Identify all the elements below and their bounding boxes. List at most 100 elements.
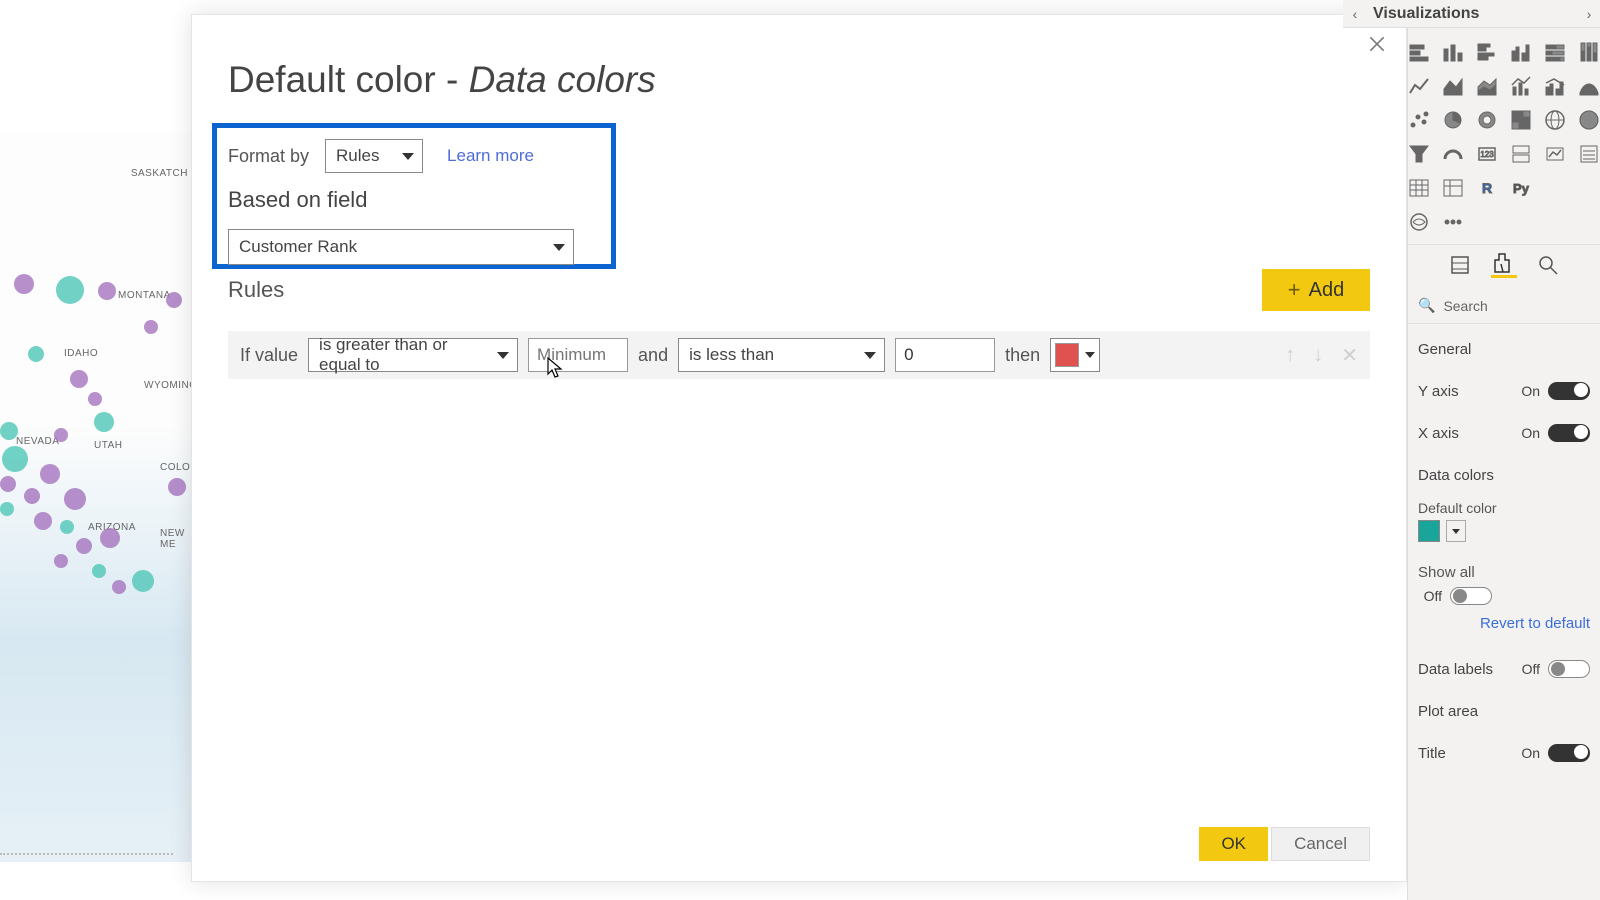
revert-to-default-link[interactable]: Revert to default <box>1418 605 1590 648</box>
operator2-select[interactable]: is less than <box>678 338 885 372</box>
chevron-down-icon <box>1452 529 1460 534</box>
close-button[interactable] <box>1362 29 1392 59</box>
scatter-chart-icon[interactable] <box>1405 106 1433 134</box>
python-visual-icon[interactable]: Py <box>1507 174 1535 202</box>
operator1-select[interactable]: is greater than or equal to <box>308 338 518 372</box>
move-up-icon[interactable]: ↑ <box>1285 344 1295 367</box>
filled-map-icon[interactable] <box>1575 106 1600 134</box>
cancel-label: Cancel <box>1294 834 1347 854</box>
card-icon[interactable]: 123 <box>1473 140 1501 168</box>
clustered-bar-icon[interactable] <box>1473 38 1501 66</box>
stacked-bar-icon[interactable] <box>1405 38 1433 66</box>
stacked-bar-100-icon[interactable] <box>1541 38 1569 66</box>
ok-label: OK <box>1221 834 1246 854</box>
plus-icon: + <box>1288 277 1301 303</box>
funnel-icon[interactable] <box>1405 140 1433 168</box>
state-label: MONTANA <box>118 290 171 301</box>
clustered-column-icon[interactable] <box>1507 38 1535 66</box>
line-column-icon[interactable] <box>1507 72 1535 100</box>
title-row[interactable]: Title On <box>1418 732 1590 774</box>
pie-chart-icon[interactable] <box>1439 106 1467 134</box>
rule-color-picker[interactable] <box>1050 338 1100 372</box>
r-visual-icon[interactable]: R <box>1473 174 1501 202</box>
selection-border <box>0 853 173 855</box>
data-labels-label: Data labels <box>1418 661 1493 678</box>
general-group[interactable]: General <box>1418 328 1590 370</box>
data-colors-group[interactable]: Data colors <box>1418 454 1590 496</box>
y-axis-row[interactable]: Y axis On <box>1418 370 1590 412</box>
donut-chart-icon[interactable] <box>1473 106 1501 134</box>
pane-next-button[interactable]: › <box>1577 6 1600 22</box>
format-options-list: General Y axis On X axis On Data colors … <box>1408 328 1600 774</box>
general-label: General <box>1418 341 1471 358</box>
line-clustered-column-icon[interactable] <box>1541 72 1569 100</box>
matrix-icon[interactable] <box>1439 174 1467 202</box>
x-axis-toggle[interactable] <box>1548 424 1590 442</box>
value1-input[interactable] <box>528 338 628 372</box>
format-by-select[interactable]: Rules <box>325 139 423 173</box>
analytics-tab-icon[interactable] <box>1535 252 1561 278</box>
table-icon[interactable] <box>1405 174 1433 202</box>
rule-actions: ↑ ↓ ✕ <box>1285 343 1358 368</box>
move-down-icon[interactable]: ↓ <box>1313 344 1323 367</box>
data-labels-row[interactable]: Data labels Off <box>1418 648 1590 690</box>
state-label: SASKATCH <box>131 168 188 179</box>
title-prefix: Default color - <box>228 59 469 100</box>
default-color-swatch <box>1418 520 1440 542</box>
x-axis-row[interactable]: X axis On <box>1418 412 1590 454</box>
slicer-icon[interactable] <box>1575 140 1600 168</box>
fields-tab-icon[interactable] <box>1447 252 1473 278</box>
x-axis-label: X axis <box>1418 425 1459 442</box>
value2-input[interactable] <box>895 338 995 372</box>
title-toggle[interactable] <box>1548 744 1590 762</box>
learn-more-link[interactable]: Learn more <box>447 146 534 166</box>
rules-heading: Rules <box>228 277 284 303</box>
visualizations-pane: ‹ Visualizations › <box>1407 0 1600 900</box>
format-tab-icon[interactable] <box>1491 252 1517 278</box>
pane-title: Visualizations <box>1367 5 1577 23</box>
ok-button[interactable]: OK <box>1199 827 1268 861</box>
data-labels-toggle[interactable] <box>1548 660 1590 678</box>
plot-area-group[interactable]: Plot area <box>1418 690 1590 732</box>
treemap-icon[interactable] <box>1507 106 1535 134</box>
format-by-row: Format by Rules Learn more <box>228 139 534 173</box>
data-colors-label: Data colors <box>1418 467 1494 484</box>
title-state: On <box>1516 745 1540 761</box>
gauge-icon[interactable] <box>1439 140 1467 168</box>
chevron-down-icon <box>553 244 565 251</box>
more-visuals-icon[interactable] <box>1439 208 1467 236</box>
map-icon[interactable] <box>1541 106 1569 134</box>
cancel-button[interactable]: Cancel <box>1271 827 1370 861</box>
pane-header: ‹ Visualizations › <box>1343 0 1600 28</box>
show-all-state: Off <box>1418 588 1442 604</box>
ribbon-chart-icon[interactable] <box>1575 72 1600 100</box>
format-search[interactable]: 🔍 Search <box>1408 288 1600 324</box>
add-rule-button[interactable]: + Add <box>1262 269 1370 311</box>
show-all-toggle[interactable] <box>1450 587 1492 605</box>
default-color-dropdown[interactable] <box>1446 520 1466 542</box>
remove-rule-icon[interactable]: ✕ <box>1341 343 1358 368</box>
show-all-label: Show all <box>1418 564 1590 581</box>
y-axis-toggle[interactable] <box>1548 382 1590 400</box>
stacked-column-icon[interactable] <box>1439 38 1467 66</box>
map-preview: SASKATCH MONTANA IDAHO WYOMING NEVADA UT… <box>0 132 192 862</box>
y-axis-label: Y axis <box>1418 383 1459 400</box>
chevron-down-icon <box>497 352 509 359</box>
default-color-picker[interactable] <box>1418 520 1590 542</box>
data-labels-state: Off <box>1516 661 1540 677</box>
kpi-icon[interactable] <box>1541 140 1569 168</box>
stacked-column-100-icon[interactable] <box>1575 38 1600 66</box>
pane-prev-button[interactable]: ‹ <box>1343 6 1367 22</box>
based-on-field-select[interactable]: Customer Rank <box>228 229 574 265</box>
arcgis-icon[interactable] <box>1405 208 1433 236</box>
chevron-down-icon <box>402 153 414 160</box>
area-chart-icon[interactable] <box>1439 72 1467 100</box>
conditional-formatting-dialog: Default color - Data colors Format by Ru… <box>191 14 1407 882</box>
state-label: COLOR <box>160 462 192 473</box>
x-axis-state: On <box>1516 425 1540 441</box>
stacked-area-icon[interactable] <box>1473 72 1501 100</box>
state-label: NEVADA <box>16 436 59 447</box>
multi-row-card-icon[interactable] <box>1507 140 1535 168</box>
title-option-label: Title <box>1418 745 1446 762</box>
line-chart-icon[interactable] <box>1405 72 1433 100</box>
